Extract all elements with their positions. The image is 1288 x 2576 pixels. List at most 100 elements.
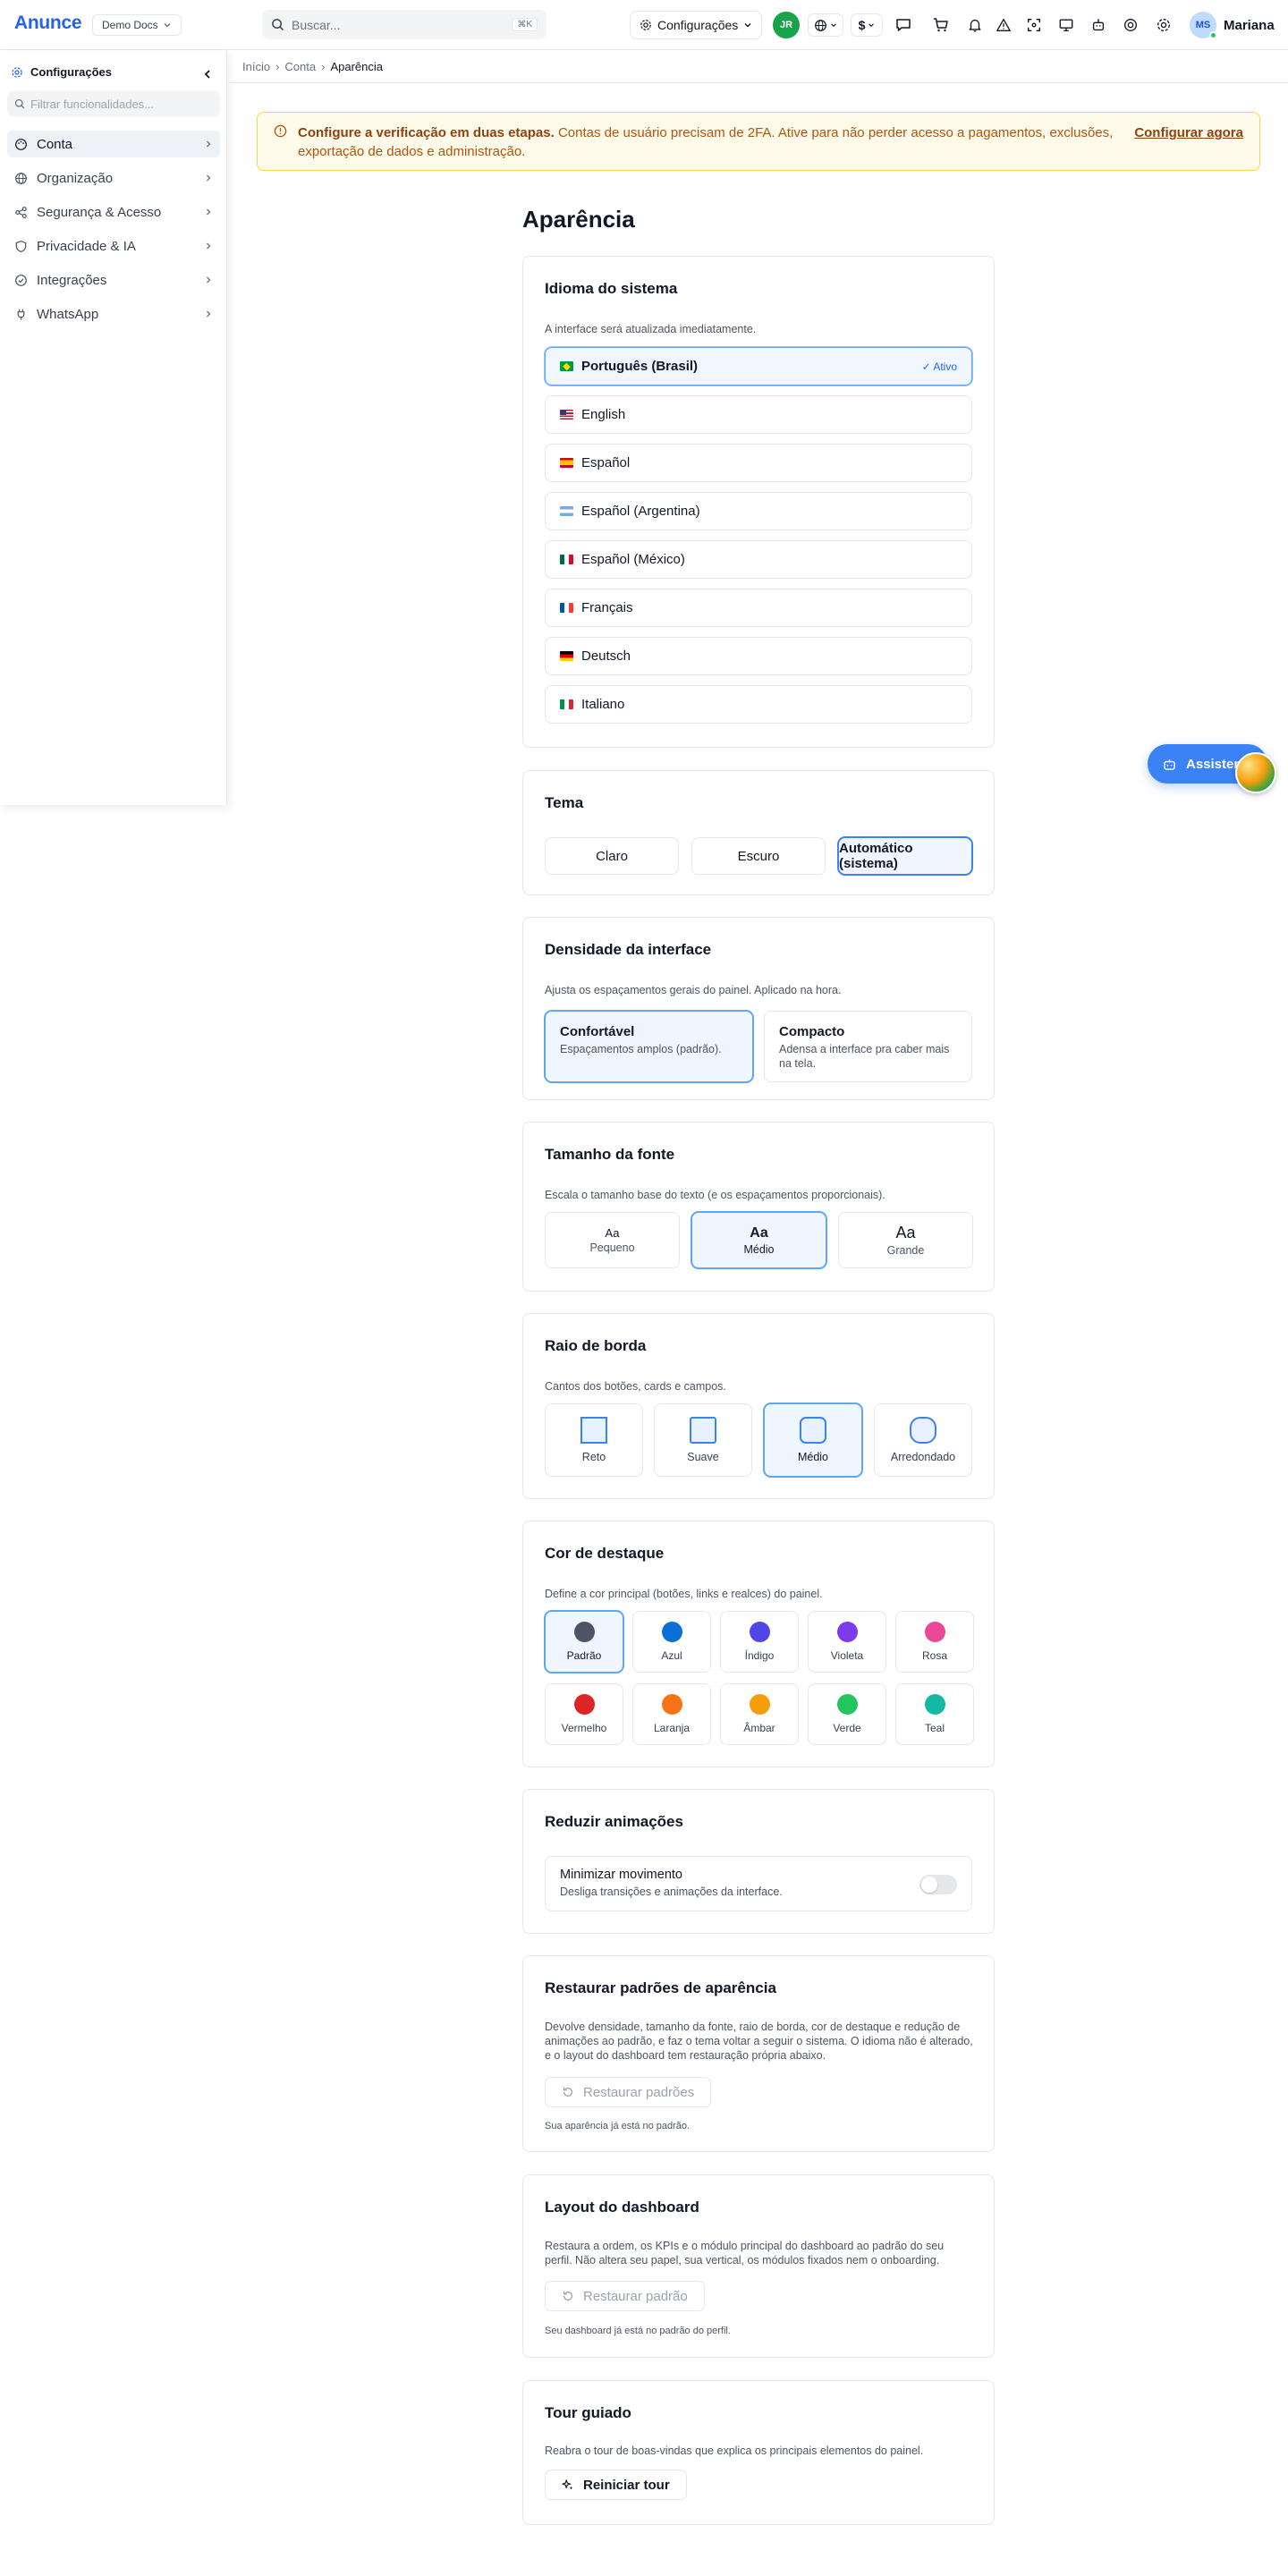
currency-switcher[interactable]: $ xyxy=(851,13,883,37)
language-option-it[interactable]: Italiano xyxy=(545,685,972,724)
tour-title: Tour guiado xyxy=(545,2404,631,2421)
density-option-title: Compacto xyxy=(779,1024,845,1039)
language-label: Español (México) xyxy=(581,552,685,567)
settings-menu-label: Configurações xyxy=(657,18,739,32)
sidebar-item-organizacao[interactable]: Organização xyxy=(7,165,220,191)
sidebar-item-seguranca[interactable]: Segurança & Acesso xyxy=(7,199,220,225)
language-option-en[interactable]: English xyxy=(545,395,972,434)
language-option-de[interactable]: Deutsch xyxy=(545,637,972,675)
theme-option-light[interactable]: Claro xyxy=(545,837,679,875)
accent-option-teal[interactable]: Teal xyxy=(895,1683,974,1745)
font-size-option-small[interactable]: Aa Pequeno xyxy=(545,1212,680,1268)
font-size-sample: Aa xyxy=(750,1224,768,1241)
chevron-down-icon xyxy=(164,23,171,28)
language-label: Português (Brasil) xyxy=(581,359,699,374)
alert-triangle-icon[interactable] xyxy=(991,13,1016,38)
accent-label: Âmbar xyxy=(743,1722,775,1734)
restore-dashboard-button[interactable]: Restaurar padrão xyxy=(545,2281,705,2311)
bell-icon[interactable] xyxy=(962,13,987,38)
accent-option-red[interactable]: Vermelho xyxy=(545,1683,623,1745)
language-option-pt-br[interactable]: Português (Brasil) ✓ Ativo xyxy=(545,347,972,386)
radius-label: Arredondado xyxy=(890,1451,956,1463)
user-menu[interactable]: MS Mariana xyxy=(1190,12,1275,39)
radius-option-soft[interactable]: Suave xyxy=(654,1403,752,1477)
font-size-label: Grande xyxy=(886,1244,925,1257)
theme-option-auto[interactable]: Automático (sistema) xyxy=(838,837,972,875)
guided-tour-card: Tour guiado Reabra o tour de boas-vindas… xyxy=(522,2380,995,2525)
radius-label: Médio xyxy=(797,1451,829,1463)
robot-icon[interactable] xyxy=(1086,13,1111,38)
language-option-es-mx[interactable]: Español (México) xyxy=(545,540,972,579)
restart-tour-button[interactable]: Reiniciar tour xyxy=(545,2470,687,2500)
language-option-fr[interactable]: Français xyxy=(545,589,972,627)
breadcrumb-conta[interactable]: Conta xyxy=(284,60,316,73)
font-size-card: Tamanho da fonte Escala o tamanho base d… xyxy=(522,1122,995,1292)
help-icon[interactable] xyxy=(1118,13,1143,38)
density-option-compact[interactable]: Compacto Adensa a interface pra caber ma… xyxy=(764,1011,972,1082)
breadcrumb-home[interactable]: Início xyxy=(242,60,270,73)
language-option-es-ar[interactable]: Español (Argentina) xyxy=(545,492,972,530)
configure-now-link[interactable]: Configurar agora xyxy=(1134,123,1243,142)
globe-icon xyxy=(815,19,826,31)
language-option-es[interactable]: Español xyxy=(545,444,972,482)
settings-sidebar: Configurações Filtrar funcionalidades...… xyxy=(0,51,227,805)
accent-option-amber[interactable]: Âmbar xyxy=(720,1683,799,1745)
scan-icon[interactable] xyxy=(1021,13,1046,38)
language-description: A interface será atualizada imediatament… xyxy=(545,323,757,335)
accent-label: Verde xyxy=(833,1722,861,1734)
sidebar-item-label: Integrações xyxy=(37,272,107,288)
motion-title: Reduzir animações xyxy=(545,1813,683,1830)
assistant-avatar[interactable] xyxy=(1235,752,1276,793)
sidebar-item-privacidade[interactable]: Privacidade & IA xyxy=(7,233,220,259)
active-badge: ✓ Ativo xyxy=(921,360,957,373)
theme-option-dark[interactable]: Escuro xyxy=(691,837,826,875)
accent-option-green[interactable]: Verde xyxy=(808,1683,886,1745)
density-option-comfortable[interactable]: Confortável Espaçamentos amplos (padrão)… xyxy=(545,1011,753,1082)
radius-description: Cantos dos botões, cards e campos. xyxy=(545,1380,726,1393)
plug-icon xyxy=(17,309,25,320)
account-avatar-jr[interactable]: JR xyxy=(773,12,800,38)
search-input[interactable]: Buscar... ⌘K xyxy=(262,10,547,39)
sidebar-item-conta[interactable]: Conta xyxy=(7,131,220,157)
sidebar-filter-input[interactable]: Filtrar funcionalidades... xyxy=(7,91,220,116)
brand-logo[interactable]: Anunce xyxy=(14,13,82,34)
collapse-sidebar-button[interactable] xyxy=(197,64,218,85)
monitor-icon[interactable] xyxy=(1054,13,1079,38)
language-label: Français xyxy=(581,600,633,615)
restore-defaults-button[interactable]: Restaurar padrões xyxy=(545,2077,712,2107)
palette-icon xyxy=(15,138,27,150)
radius-option-rounded[interactable]: Arredondado xyxy=(874,1403,972,1477)
chevron-right-icon xyxy=(207,276,211,284)
accent-option-default[interactable]: Padrão xyxy=(545,1611,623,1673)
sidebar-item-integracoes[interactable]: Integrações xyxy=(7,267,220,293)
color-swatch xyxy=(836,1694,858,1715)
restore-appearance-card: Restaurar padrões de aparência Devolve d… xyxy=(522,1955,995,2152)
minimize-motion-toggle[interactable] xyxy=(919,1875,957,1894)
radius-option-medium[interactable]: Médio xyxy=(764,1403,862,1477)
workspace-selector[interactable]: Demo Docs xyxy=(92,14,182,36)
dashboard-layout-description: Restaura a ordem, os KPIs e o módulo pri… xyxy=(545,2240,945,2267)
restore-dashboard-label: Restaurar padrão xyxy=(583,2288,688,2304)
accent-option-pink[interactable]: Rosa xyxy=(895,1611,974,1673)
cart-icon[interactable] xyxy=(928,13,953,38)
chevron-right-icon xyxy=(207,208,211,216)
accent-option-indigo[interactable]: Índigo xyxy=(720,1611,799,1673)
settings-menu-button[interactable]: Configurações xyxy=(630,11,763,39)
chevron-down-icon xyxy=(869,23,875,27)
soft-corner-icon xyxy=(690,1417,716,1444)
font-size-option-large[interactable]: Aa Grande xyxy=(838,1212,973,1268)
font-size-option-medium[interactable]: Aa Médio xyxy=(691,1212,826,1268)
radius-option-straight[interactable]: Reto xyxy=(545,1403,643,1477)
sidebar-item-whatsapp[interactable]: WhatsApp xyxy=(7,301,220,327)
minimize-motion-row: Minimizar movimento Desliga transições e… xyxy=(545,1856,972,1911)
accent-option-blue[interactable]: Azul xyxy=(632,1611,711,1673)
font-size-sample: Aa xyxy=(605,1226,620,1240)
alert-title: Configure a verificação em duas etapas. xyxy=(298,125,555,140)
accent-option-violet[interactable]: Violeta xyxy=(808,1611,886,1673)
chevron-down-icon xyxy=(744,23,751,28)
accent-option-orange[interactable]: Laranja xyxy=(632,1683,711,1745)
medium-corner-icon xyxy=(800,1417,826,1444)
messages-icon[interactable] xyxy=(891,13,916,38)
language-switcher[interactable] xyxy=(808,13,843,37)
gear-icon[interactable] xyxy=(1151,13,1176,38)
